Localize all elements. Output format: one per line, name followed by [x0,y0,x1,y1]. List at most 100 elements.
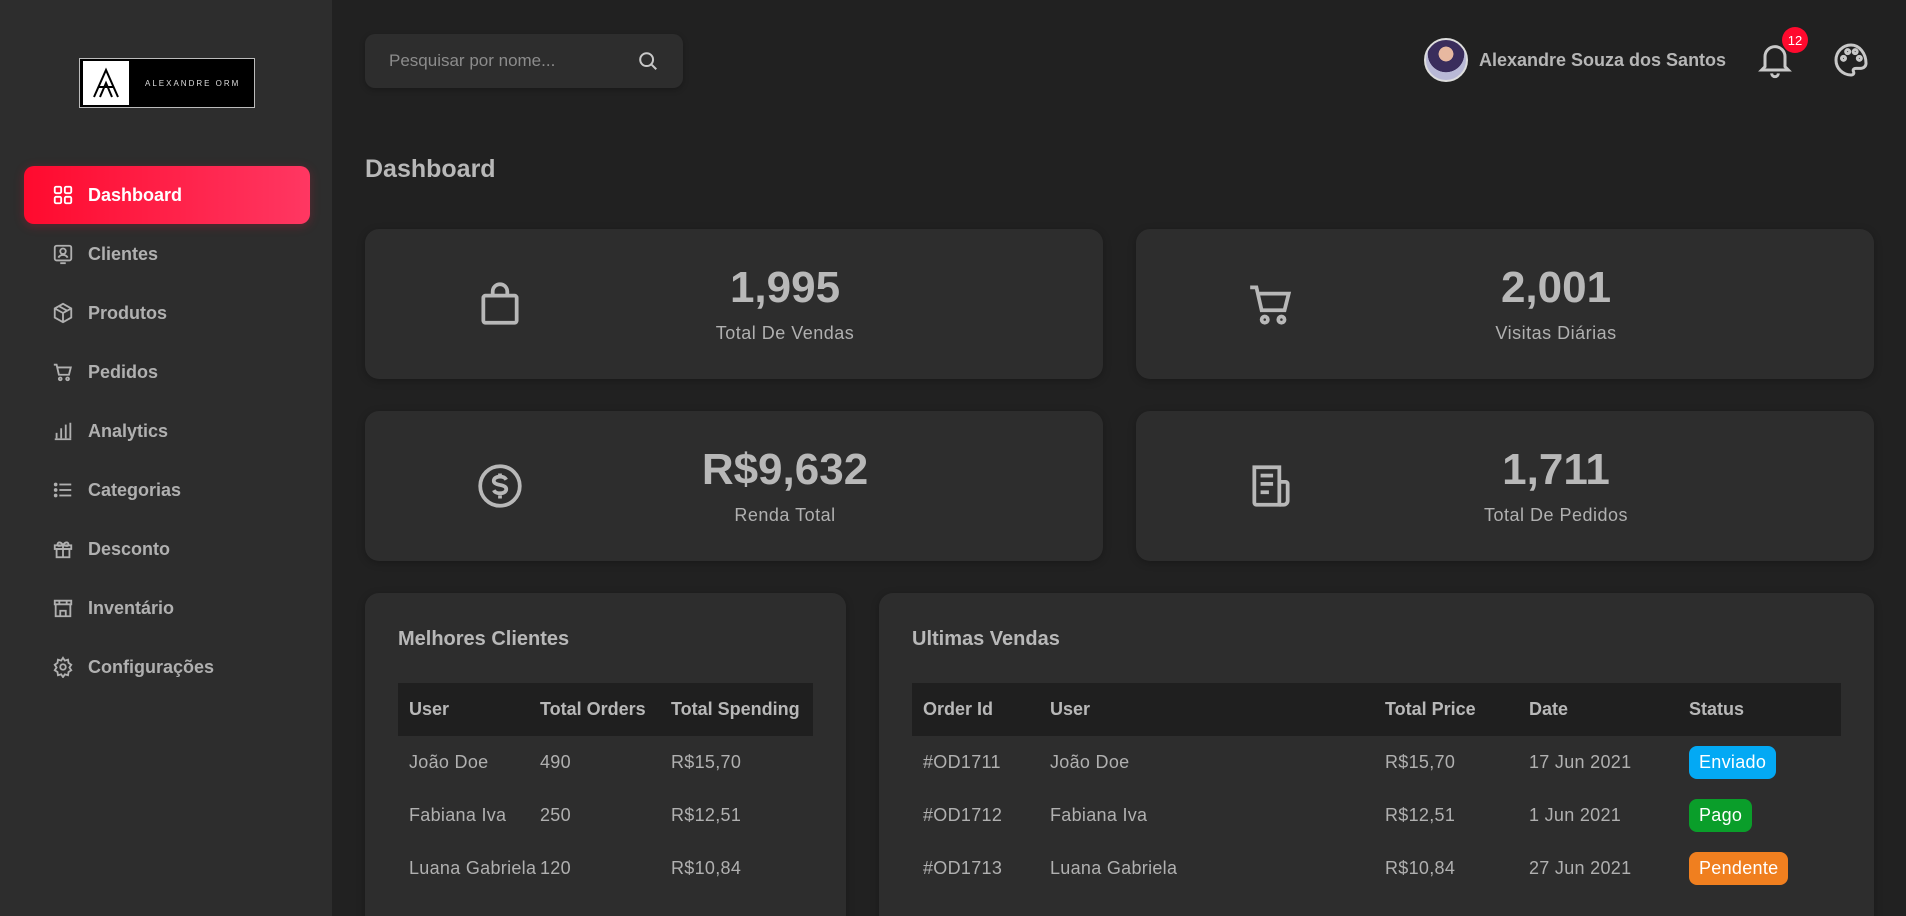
cell-order-id: #OD1712 [923,805,1003,825]
sidebar-item-pedidos[interactable]: Pedidos [24,343,310,401]
stat-value: R$9,632 [701,445,869,494]
search-bar [365,34,683,88]
cell-spending: R$15,70 [671,752,742,772]
cell-order-id: #OD1713 [923,858,1003,878]
cell-date: 27 Jun 2021 [1529,858,1632,878]
cell-date: 17 Jun 2021 [1529,752,1632,772]
stat-label: Renda Total [734,505,836,525]
cell-price: R$15,70 [1385,752,1456,772]
user-profile[interactable]: Alexandre Souza dos Santos [1424,38,1726,82]
stat-value: 2,001 [1500,263,1612,312]
sidebar-item-analytics[interactable]: Analytics [24,402,310,460]
cell-date: 1 Jun 2021 [1529,805,1622,825]
sidebar-item-label: Inventário [88,597,175,618]
list-icon [53,482,72,498]
cell-user: João Doe [409,752,489,772]
column-header[interactable]: Status [1678,683,1841,736]
top-customers-table: User Total Orders Total Spending João Do… [398,683,813,895]
palette-icon[interactable] [1831,40,1871,80]
latest-sales-panel: Ultimas Vendas Order Id User Total Price… [879,593,1874,916]
sidebar-item-label: Produtos [88,302,167,323]
receipt-icon [1252,465,1290,507]
gear-icon [53,656,73,678]
cell-price: R$10,84 [1385,858,1456,878]
column-header[interactable]: Total Spending [660,683,813,736]
stat-card-total-pedidos: 1,711 Total De Pedidos [1136,411,1874,561]
sidebar-item-label: Analytics [88,420,169,441]
sidebar-item-desconto[interactable]: Desconto [24,520,310,578]
sidebar-item-label: Categorias [88,479,182,500]
page-title: Dashboard [365,155,496,183]
cell-order-id: #OD1711 [923,752,1001,772]
sidebar-item-dashboard[interactable]: Dashboard [24,166,310,224]
search-input[interactable] [389,51,619,71]
panel-title: Melhores Clientes [398,628,570,650]
cart-icon [1250,285,1292,325]
stat-card-visitas: 2,001 Visitas Diárias [1136,229,1874,379]
sidebar-item-label: Configurações [88,656,215,677]
cell-orders: 120 [540,858,571,878]
table-header-row: Order Id User Total Price Date Status [912,683,1841,736]
stat-value: 1,995 [729,263,841,312]
sidebar-item-clientes[interactable]: Clientes [24,225,310,283]
cell-price: R$12,51 [1385,805,1456,825]
table-row[interactable]: João Doe 490 R$15,70 [398,736,813,789]
sidebar-nav: Dashboard Clientes Produtos Pedidos Anal… [24,166,310,697]
sidebar-item-label: Pedidos [88,361,159,382]
panel-title: Ultimas Vendas [912,628,1060,650]
cart-icon [53,363,72,382]
stat-card-renda-total: R$9,632 Renda Total [365,411,1103,561]
sidebar-item-produtos[interactable]: Produtos [24,284,310,342]
cell-user: Fabiana Iva [409,805,507,825]
stat-card-total-vendas: 1,995 Total De Vendas [365,229,1103,379]
cell-user: Luana Gabriela [1050,858,1178,878]
sidebar-item-label: Desconto [88,538,171,559]
sidebar-item-configuracoes[interactable]: Configurações [24,638,310,696]
table-row[interactable]: #OD1711 João Doe R$15,70 17 Jun 2021 Env… [912,736,1841,789]
sidebar-item-inventario[interactable]: Inventário [24,579,310,637]
search-icon[interactable] [637,50,659,72]
user-card-icon [53,244,73,265]
store-icon [53,599,73,618]
bar-chart-icon [54,422,72,441]
shopping-bag-icon [481,282,519,325]
column-header[interactable]: Date [1518,683,1678,736]
dollar-circle-icon [478,464,522,508]
user-name: Alexandre Souza dos Santos [1479,49,1727,70]
logo-a-icon [83,61,129,105]
table-row[interactable]: Fabiana Iva 250 R$12,51 [398,789,813,842]
table-row[interactable]: #OD1712 Fabiana Iva R$12,51 1 Jun 2021 P… [912,789,1841,842]
column-header[interactable]: User [1039,683,1374,736]
column-header[interactable]: Total Orders [529,683,660,736]
cell-orders: 490 [540,752,571,772]
grid-icon [53,185,73,205]
cell-orders: 250 [540,805,571,825]
top-customers-panel: Melhores Clientes User Total Orders Tota… [365,593,846,916]
stat-label: Visitas Diárias [1495,323,1617,343]
avatar[interactable] [1424,38,1468,82]
table-row[interactable]: #OD1713 Luana Gabriela R$10,84 27 Jun 20… [912,842,1841,895]
latest-sales-table: Order Id User Total Price Date Status #O… [912,683,1841,895]
status-badge: Pago [1689,799,1753,832]
brand-logo[interactable]: ALEXANDRE ORM [79,58,255,108]
logo-text: ALEXANDRE ORM [145,78,241,88]
status-badge: Enviado [1689,746,1777,779]
stat-label: Total De Pedidos [1483,505,1629,525]
box-icon [53,302,73,324]
sidebar-item-label: Dashboard [88,184,183,205]
cell-spending: R$10,84 [671,858,742,878]
column-header[interactable]: User [398,683,529,736]
status-badge: Pendente [1689,852,1789,885]
cell-user: Fabiana Iva [1050,805,1148,825]
sidebar-item-categorias[interactable]: Categorias [24,461,310,519]
table-row[interactable]: Luana Gabriela 120 R$10,84 [398,842,813,895]
gift-icon [53,541,73,559]
column-header[interactable]: Order Id [912,683,1039,736]
notification-badge: 12 [1782,27,1808,53]
column-header[interactable]: Total Price [1374,683,1518,736]
table-header-row: User Total Orders Total Spending [398,683,813,736]
stat-label: Total De Vendas [715,323,855,343]
cell-user: Luana Gabriela [409,858,537,878]
cell-user: João Doe [1050,752,1130,772]
sidebar: ALEXANDRE ORM Dashboard Clientes Produto… [0,0,332,916]
